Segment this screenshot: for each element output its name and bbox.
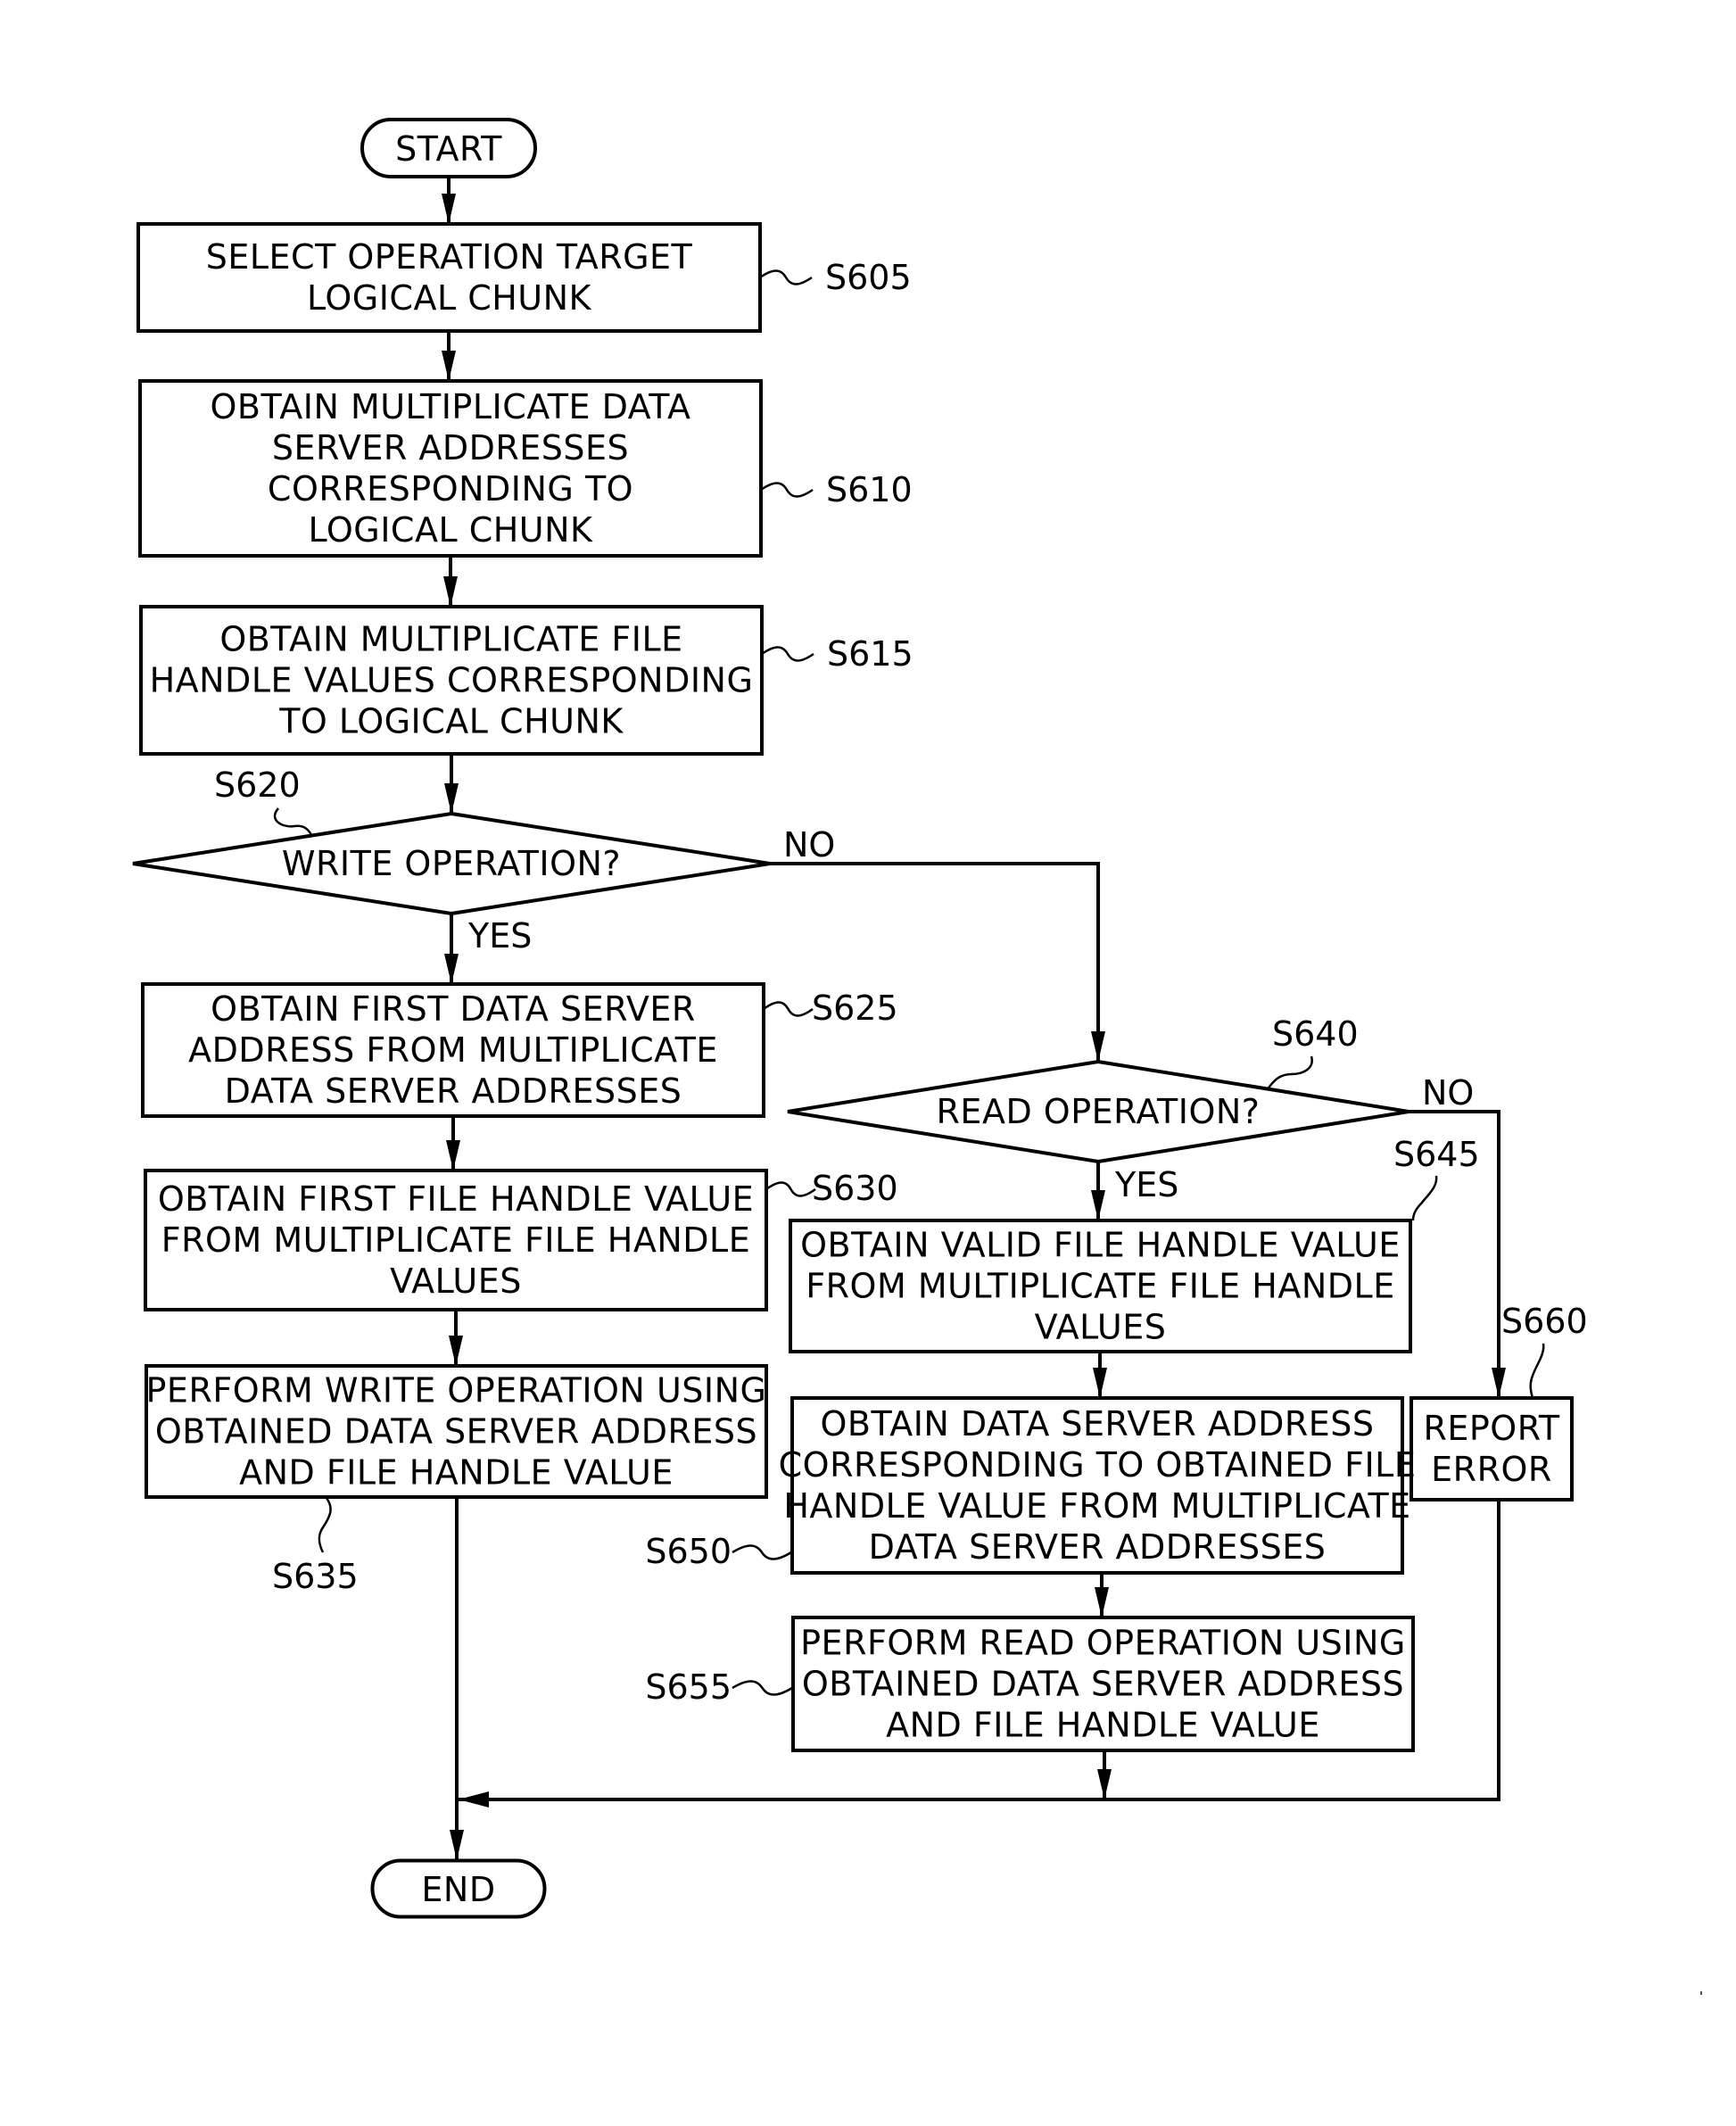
leader-s645 — [1411, 1175, 1438, 1221]
step-s645-text-line: FROM MULTIPLICATE FILE HANDLE — [806, 1267, 1394, 1306]
arrowhead-icon — [450, 1830, 464, 1860]
arrowhead-icon — [1097, 1769, 1112, 1799]
step-s610-text-line: CORRESPONDING TO — [268, 469, 633, 509]
arrowhead-icon — [442, 351, 456, 381]
step-ref-s635: S635 — [272, 1557, 359, 1596]
step-ref-s640: S640 — [1272, 1014, 1359, 1054]
step-s605-text-line: LOGICAL CHUNK — [307, 278, 592, 318]
step-s615-text-line: OBTAIN MULTIPLICATE FILE — [219, 620, 682, 659]
step-ref-s610: S610 — [826, 470, 913, 509]
arrowhead-icon — [1492, 1368, 1506, 1398]
step-s635-text-line: AND FILE HANDLE VALUE — [239, 1453, 674, 1493]
step-ref-s645: S645 — [1393, 1135, 1480, 1174]
step-s650-text-line: HANDLE VALUE FROM MULTIPLICATE — [783, 1486, 1410, 1526]
step-s605-text-line: SELECT OPERATION TARGET — [206, 237, 693, 277]
branch-label-no: NO — [1422, 1073, 1474, 1113]
arrowhead-icon — [449, 1336, 463, 1366]
step-s660-text-line: ERROR — [1431, 1450, 1552, 1489]
step-s645-text-line: VALUES — [1035, 1308, 1167, 1347]
arrowhead-icon — [446, 1140, 460, 1171]
step-s630-text-line: FROM MULTIPLICATE FILE HANDLE — [161, 1220, 750, 1260]
step-ref-s605: S605 — [825, 258, 912, 297]
step-s655-text-line: OBTAINED DATA SERVER ADDRESS — [802, 1665, 1404, 1704]
step-s625-text-line: DATA SERVER ADDRESSES — [225, 1071, 682, 1111]
end-terminal-label: END — [421, 1870, 495, 1909]
start-terminal-label: START — [395, 129, 502, 169]
arrowhead-icon — [1093, 1368, 1107, 1398]
arrowhead-icon — [1091, 1031, 1105, 1062]
step-s615-text-line: HANDLE VALUES CORRESPONDING — [150, 661, 754, 700]
labels: STARTENDSELECT OPERATION TARGETLOGICAL C… — [146, 129, 1588, 1909]
step-ref-s620: S620 — [214, 765, 301, 805]
leader-s655 — [732, 1680, 793, 1696]
branch-label-yes: YES — [1114, 1165, 1178, 1204]
step-s640-text-line: READ OPERATION? — [937, 1092, 1261, 1131]
step-ref-s650: S650 — [645, 1532, 732, 1571]
step-s625-text-line: ADDRESS FROM MULTIPLICATE — [188, 1030, 718, 1070]
step-s655-text-line: AND FILE HANDLE VALUE — [886, 1706, 1320, 1745]
step-s650-text-line: OBTAIN DATA SERVER ADDRESS — [820, 1404, 1374, 1444]
step-s625-text-line: OBTAIN FIRST DATA SERVER — [211, 989, 696, 1029]
flowchart: STARTENDSELECT OPERATION TARGETLOGICAL C… — [132, 118, 1702, 1995]
arrowhead-icon — [1091, 1190, 1105, 1220]
step-s610-text-line: SERVER ADDRESSES — [272, 428, 629, 467]
leader-s625 — [763, 1001, 814, 1017]
arrowhead-icon — [1095, 1587, 1109, 1617]
step-s650-text-line: DATA SERVER ADDRESSES — [869, 1527, 1327, 1567]
step-ref-s615: S615 — [827, 634, 913, 674]
step-s620-text-line: WRITE OPERATION? — [282, 844, 621, 883]
step-ref-s660: S660 — [1501, 1302, 1588, 1341]
arrowhead-icon — [459, 1791, 489, 1808]
step-s635-text-line: PERFORM WRITE OPERATION USING — [146, 1371, 767, 1410]
leader-s605 — [759, 269, 813, 285]
leader-s615 — [761, 646, 814, 662]
step-s630-text-line: OBTAIN FIRST FILE HANDLE VALUE — [158, 1179, 754, 1219]
scan-artifact — [1700, 1991, 1702, 1995]
leader-s650 — [732, 1544, 792, 1560]
branch-label-yes: YES — [467, 916, 532, 955]
step-s650-text-line: CORRESPONDING TO OBTAINED FILE — [779, 1445, 1417, 1485]
leader-s635 — [318, 1496, 332, 1553]
arrowhead-icon — [443, 576, 458, 607]
leader-s630 — [765, 1181, 816, 1197]
step-ref-s630: S630 — [812, 1169, 898, 1208]
arrowhead-icon — [444, 783, 459, 814]
step-s635-text-line: OBTAINED DATA SERVER ADDRESS — [155, 1412, 757, 1452]
step-s645-text-line: OBTAIN VALID FILE HANDLE VALUE — [800, 1226, 1401, 1265]
branch-label-no: NO — [783, 825, 835, 864]
arrowhead-icon — [444, 954, 459, 984]
step-s660-text-line: REPORT — [1423, 1409, 1559, 1448]
step-s610-text-line: LOGICAL CHUNK — [309, 510, 594, 550]
step-s610-text-line: OBTAIN MULTIPLICATE DATA — [211, 387, 691, 426]
leader-s640 — [1265, 1055, 1313, 1091]
step-ref-s655: S655 — [645, 1667, 732, 1707]
edge-s620-no-s640 — [770, 862, 1100, 1062]
leader-s610 — [760, 482, 814, 498]
step-s630-text-line: VALUES — [390, 1262, 522, 1301]
step-ref-s625: S625 — [812, 989, 898, 1028]
step-s655-text-line: PERFORM READ OPERATION USING — [800, 1624, 1406, 1663]
leader-s660 — [1529, 1343, 1545, 1399]
step-s615-text-line: TO LOGICAL CHUNK — [278, 702, 624, 741]
arrowhead-icon — [442, 194, 456, 224]
leader-s620 — [273, 807, 316, 840]
